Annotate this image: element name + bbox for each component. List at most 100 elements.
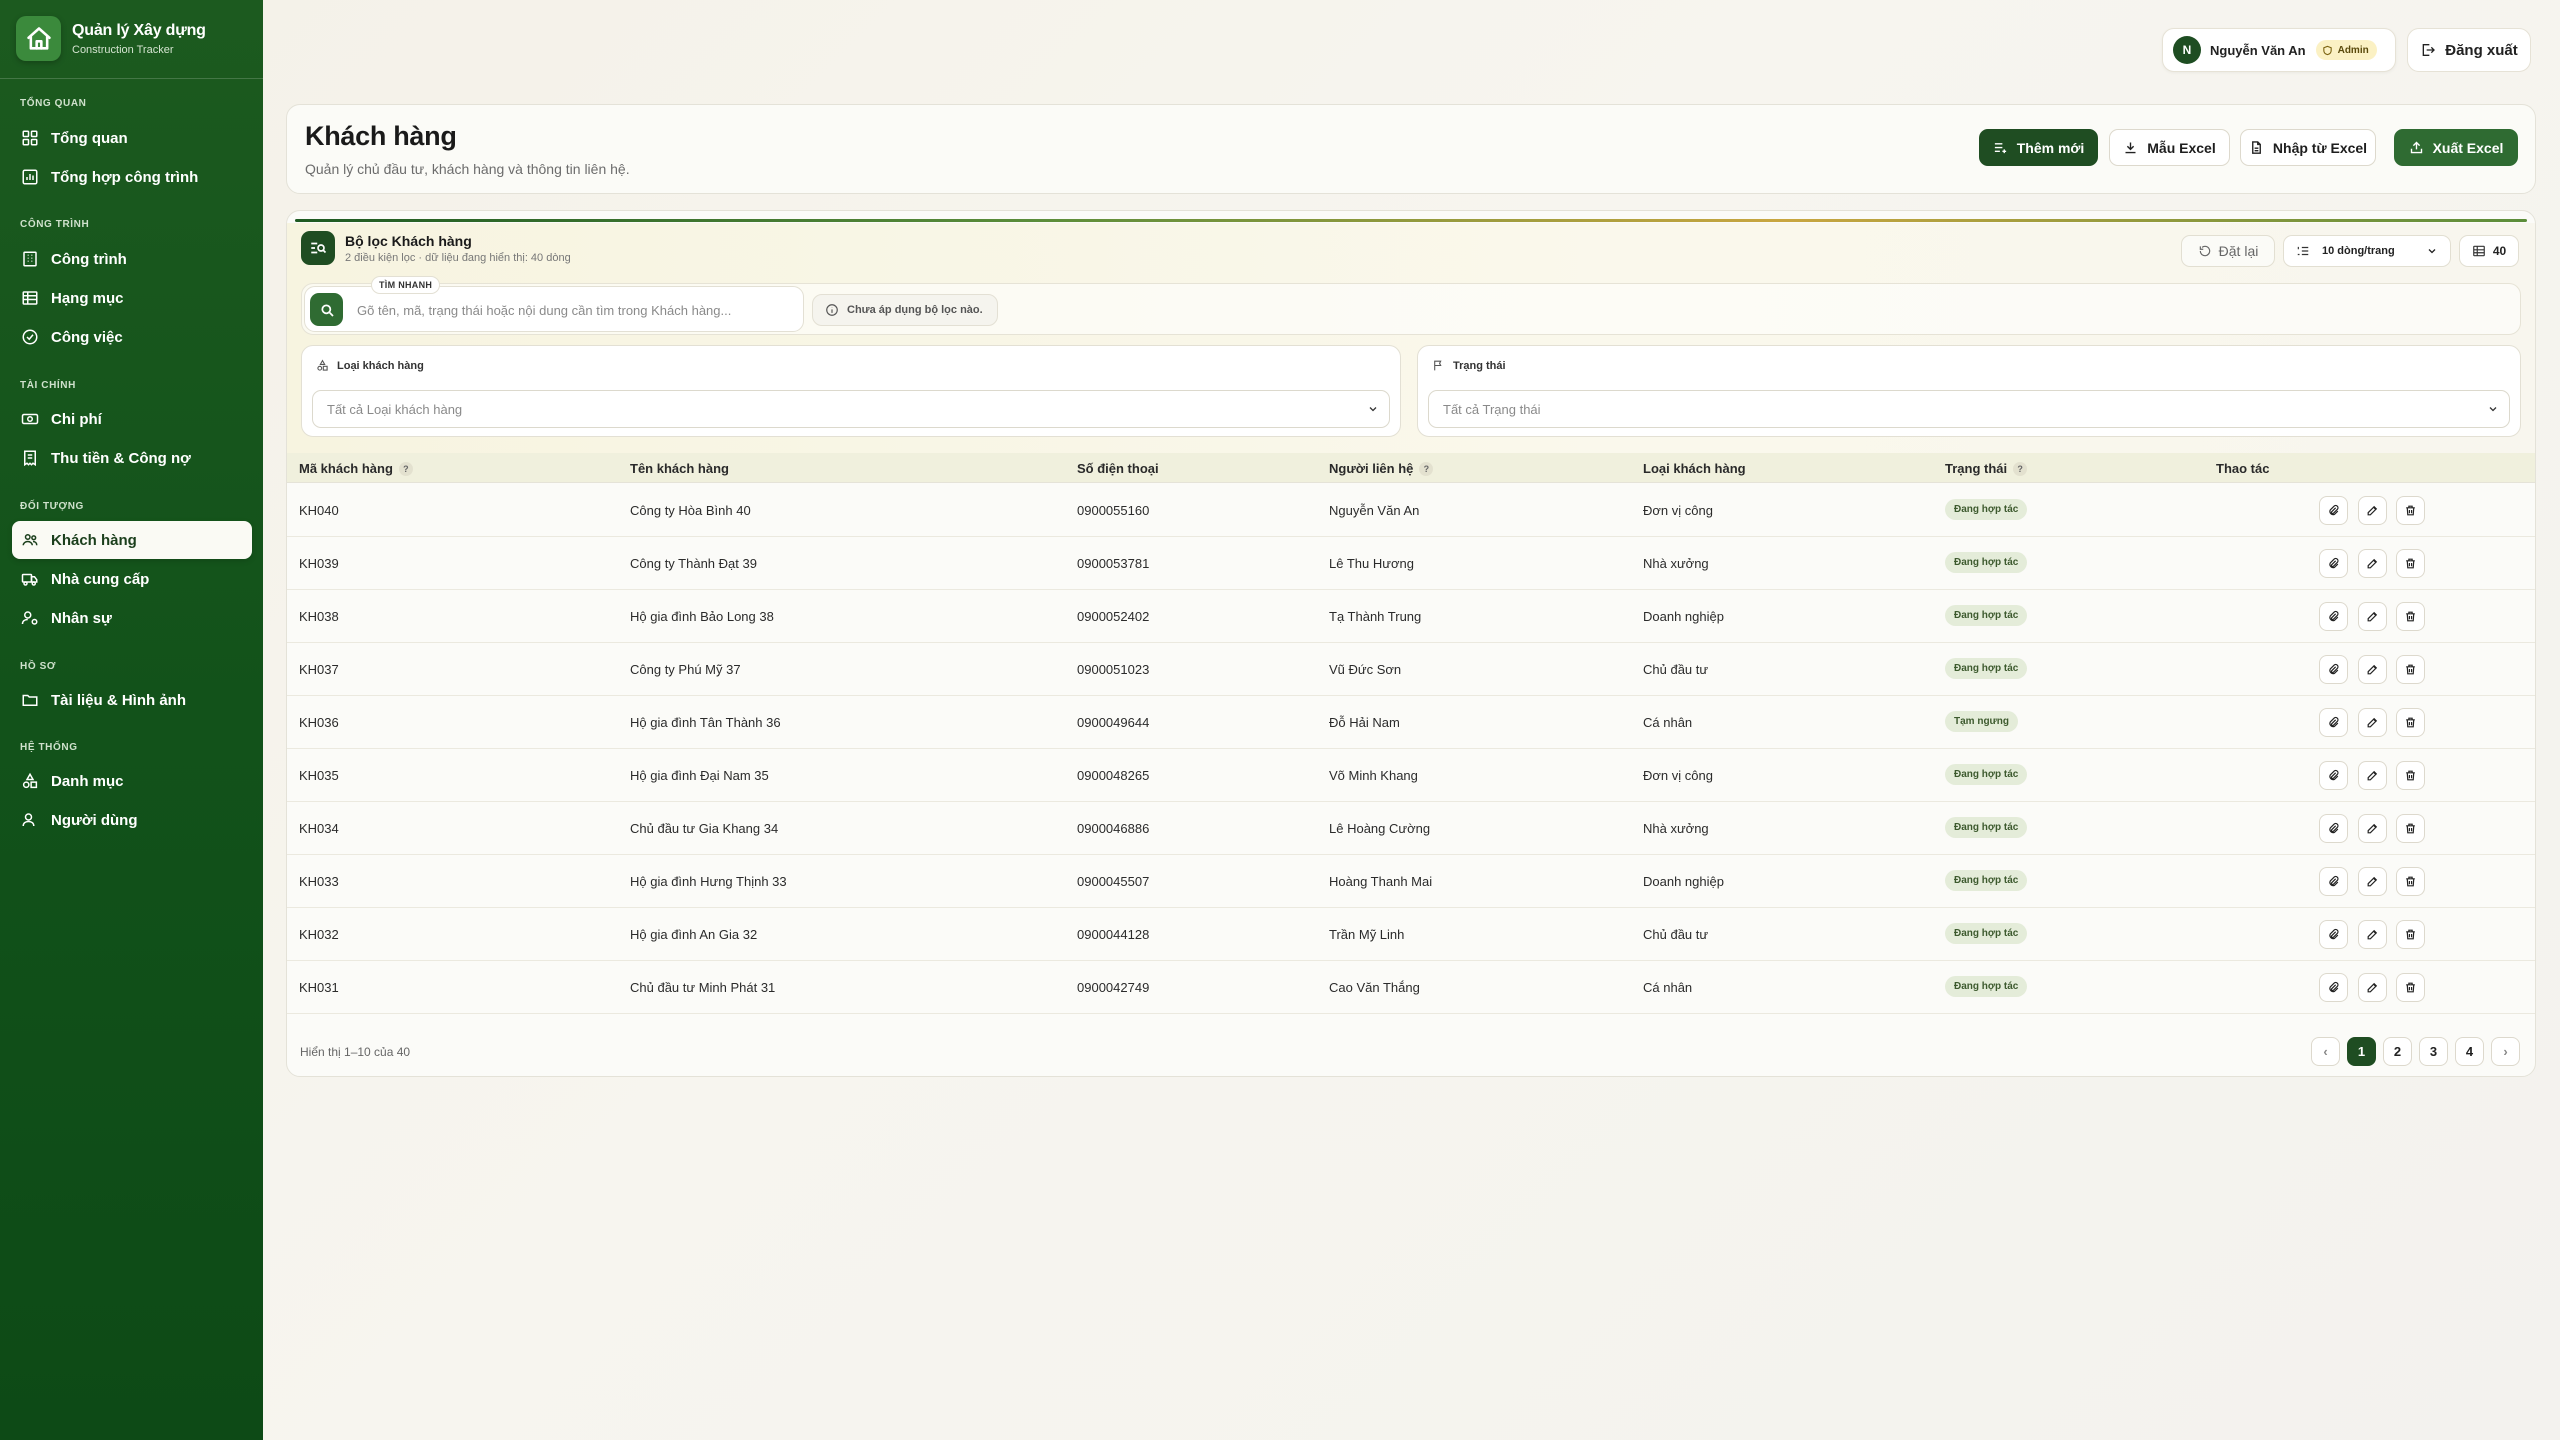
delete-button[interactable] <box>2396 549 2425 578</box>
search-input[interactable] <box>357 299 787 321</box>
help-icon[interactable]: ? <box>2013 461 2028 476</box>
attach-button[interactable] <box>2319 496 2348 525</box>
delete-button[interactable] <box>2396 496 2425 525</box>
trash-icon <box>2404 716 2417 729</box>
attach-button[interactable] <box>2319 708 2348 737</box>
sidebar-item-documents[interactable]: Tài liệu & Hình ảnh <box>12 681 252 719</box>
sidebar-item-catalog[interactable]: Danh mục <box>12 762 252 800</box>
delete-button[interactable] <box>2396 973 2425 1002</box>
sidebar-item-tasks[interactable]: Công việc <box>12 318 252 356</box>
delete-button[interactable] <box>2396 761 2425 790</box>
cell-code: KH032 <box>299 927 339 942</box>
customer-type-select[interactable]: Tất cả Loại khách hàng <box>312 390 1390 428</box>
sidebar-item-costs[interactable]: Chi phí <box>12 400 252 438</box>
delete-button[interactable] <box>2396 920 2425 949</box>
edit-button[interactable] <box>2358 549 2387 578</box>
table-row[interactable]: KH035 Hộ gia đình Đại Nam 35 0900048265 Võ … <box>287 749 2535 802</box>
cell-code: KH037 <box>299 662 339 677</box>
col-phone[interactable]: Số điện thoại <box>1077 461 1159 476</box>
page-button[interactable]: 4 <box>2455 1037 2484 1066</box>
add-new-button[interactable]: Thêm mới <box>1979 129 2098 166</box>
delete-button[interactable] <box>2396 602 2425 631</box>
delete-button[interactable] <box>2396 867 2425 896</box>
cell-phone: 0900042749 <box>1077 980 1150 995</box>
cell-name: Hộ gia đình Tân Thành 36 <box>630 715 781 730</box>
table-row[interactable]: KH039 Công ty Thành Đạt 39 0900053781 Lê Th… <box>287 537 2535 590</box>
attach-button[interactable] <box>2319 920 2348 949</box>
edit-button[interactable] <box>2358 655 2387 684</box>
col-type[interactable]: Loại khách hàng <box>1643 461 1746 476</box>
prev-page-button[interactable]: ‹ <box>2311 1037 2340 1066</box>
cell-type: Cá nhân <box>1643 980 1693 995</box>
attach-button[interactable] <box>2319 655 2348 684</box>
search-button[interactable] <box>310 293 343 326</box>
table-row[interactable]: KH036 Hộ gia đình Tân Thành 36 0900049644 Đ… <box>287 696 2535 749</box>
edit-button[interactable] <box>2358 496 2387 525</box>
edit-button[interactable] <box>2358 920 2387 949</box>
sidebar-item-overview[interactable]: Tổng quan <box>12 119 252 157</box>
col-contact[interactable]: Người liên hệ? <box>1329 461 1434 476</box>
pencil-icon <box>2366 928 2379 941</box>
attach-button[interactable] <box>2319 602 2348 631</box>
cell-phone: 0900053781 <box>1077 556 1150 571</box>
attach-button[interactable] <box>2319 867 2348 896</box>
help-icon[interactable]: ? <box>1419 461 1434 476</box>
sidebar-item-label: Người dùng <box>51 811 138 829</box>
col-code[interactable]: Mã khách hàng? <box>299 461 413 476</box>
page-size-select[interactable]: 10 dòng/trang <box>2283 235 2451 267</box>
edit-button[interactable] <box>2358 867 2387 896</box>
sidebar-item-project-summary[interactable]: Tổng hợp công trình <box>12 158 252 196</box>
col-status[interactable]: Trạng thái? <box>1945 461 2028 476</box>
excel-template-button[interactable]: Mẫu Excel <box>2109 129 2230 166</box>
help-icon[interactable]: ? <box>398 461 413 476</box>
status-filter: Trạng thái Tất cả Trạng thái <box>1417 345 2521 437</box>
import-excel-button[interactable]: Nhập từ Excel <box>2240 129 2376 166</box>
sidebar-item-projects[interactable]: Công trình <box>12 240 252 278</box>
page-button[interactable]: 3 <box>2419 1037 2448 1066</box>
chevron-down-icon <box>2489 407 2497 412</box>
status-badge: Đang hợp tác <box>1945 552 2028 573</box>
edit-button[interactable] <box>2358 973 2387 1002</box>
sidebar-item-users[interactable]: Người dùng <box>12 801 252 839</box>
sidebar-item-customers[interactable]: Khách hàng <box>12 521 252 559</box>
delete-button[interactable] <box>2396 814 2425 843</box>
table-row[interactable]: KH037 Công ty Phú Mỹ 37 0900051023 Vũ Đức S… <box>287 643 2535 696</box>
edit-button[interactable] <box>2358 761 2387 790</box>
table-row[interactable]: KH034 Chủ đầu tư Gia Khang 34 0900046886 Lê… <box>287 802 2535 855</box>
attachment-icon <box>2327 875 2340 888</box>
nav-section-records: HỒ SƠ <box>20 661 56 672</box>
page-button[interactable]: 2 <box>2383 1037 2412 1066</box>
sidebar-item-label: Danh mục <box>51 772 124 790</box>
edit-button[interactable] <box>2358 708 2387 737</box>
table-row[interactable]: KH040 Công ty Hòa Bình 40 0900055160 Nguyễn… <box>287 484 2535 537</box>
delete-button[interactable] <box>2396 708 2425 737</box>
table-row[interactable]: KH031 Chủ đầu tư Minh Phát 31 0900042749 Ca… <box>287 961 2535 1014</box>
sidebar-item-staff[interactable]: Nhân sự <box>12 599 252 637</box>
attach-button[interactable] <box>2319 973 2348 1002</box>
table-row[interactable]: KH033 Hộ gia đình Hưng Thịnh 33 0900045507… <box>287 855 2535 908</box>
next-page-button[interactable]: › <box>2491 1037 2520 1066</box>
attach-button[interactable] <box>2319 549 2348 578</box>
page-button[interactable]: 1 <box>2347 1037 2376 1066</box>
edit-button[interactable] <box>2358 602 2387 631</box>
attach-button[interactable] <box>2319 761 2348 790</box>
logout-label: Đăng xuất <box>2445 41 2518 59</box>
sidebar-item-suppliers[interactable]: Nhà cung cấp <box>12 560 252 598</box>
table-row[interactable]: KH038 Hộ gia đình Bảo Long 38 0900052402 Tạ… <box>287 590 2535 643</box>
edit-button[interactable] <box>2358 814 2387 843</box>
logout-button[interactable]: Đăng xuất <box>2407 28 2531 72</box>
attach-button[interactable] <box>2319 814 2348 843</box>
cell-type: Chủ đầu tư <box>1643 927 1709 942</box>
reset-filter-button[interactable]: Đặt lại <box>2181 235 2275 267</box>
delete-button[interactable] <box>2396 655 2425 684</box>
sidebar-item-categories[interactable]: Hạng mục <box>12 279 252 317</box>
sidebar-item-receivables[interactable]: Thu tiền & Công nợ <box>12 439 252 477</box>
brand[interactable]: Quản lý Xây dựng Construction Tracker <box>16 16 206 61</box>
export-excel-button[interactable]: Xuất Excel <box>2394 129 2518 166</box>
col-name[interactable]: Tên khách hàng <box>630 461 729 476</box>
status-select[interactable]: Tất cả Trạng thái <box>1428 390 2510 428</box>
table-row[interactable]: KH032 Hộ gia đình An Gia 32 0900044128 Trần… <box>287 908 2535 961</box>
status-badge: Đang hợp tác <box>1945 764 2028 785</box>
money-icon <box>21 413 39 425</box>
user-menu[interactable]: N Nguyễn Văn An Admin <box>2162 28 2396 72</box>
